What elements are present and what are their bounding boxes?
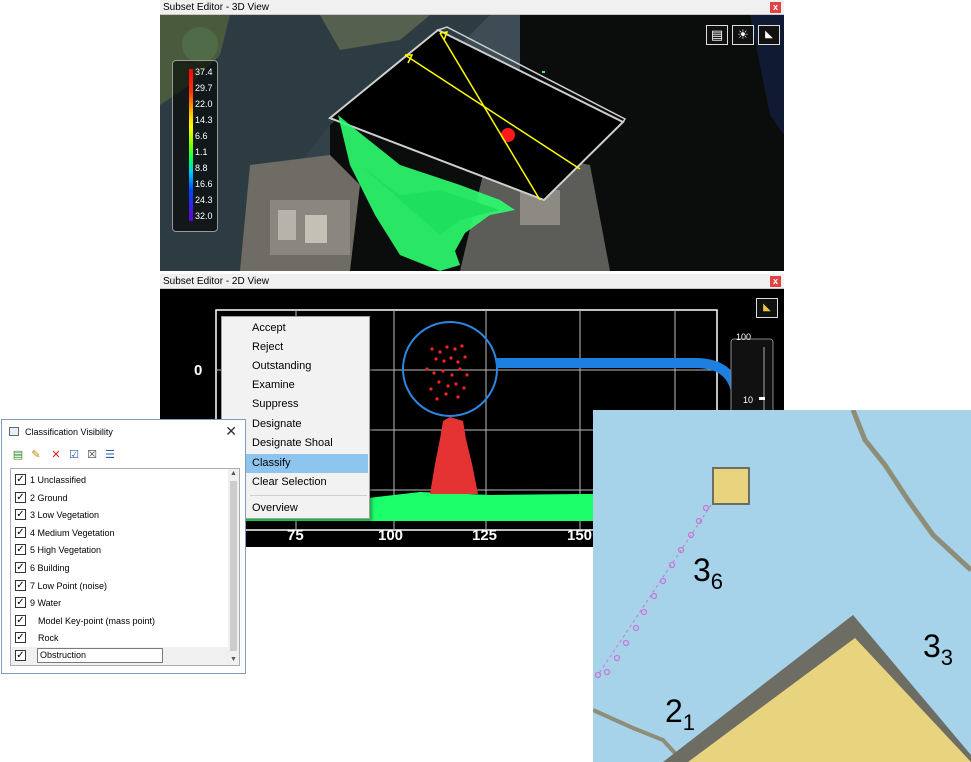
menu-item-accept[interactable]: Accept [223,319,368,338]
list-item[interactable]: ✓ 6 Building [11,559,231,577]
list-item[interactable]: ✓ 9 Water [11,594,231,612]
checkbox[interactable]: ✓ [15,632,26,644]
close-icon[interactable]: ✕ [225,423,237,440]
classification-visibility-window: Classification Visibility ✕ ▤ ✎ ✕ ☑ ☒ ☰ … [1,419,246,674]
legend-value: 32.0 [195,211,213,221]
menu-separator [250,495,367,496]
shade-icon[interactable]: ◣ [758,25,780,45]
menu-item-reject[interactable]: Reject [223,338,368,357]
scroll-up-icon[interactable]: ▲ [228,469,239,479]
edit-icon[interactable]: ✎ [30,448,42,462]
depth-sounding: 36 [693,552,724,594]
view2d-title: Subset Editor - 2D View [163,276,269,287]
view3d-title: Subset Editor - 3D View [163,2,269,13]
classification-list: ✓ 1 Unclassified ✓ 2 Ground ✓ 3 Low Vegetat… [10,468,240,666]
list-item-editing[interactable]: ✓ Obstruction [11,647,231,665]
list-item[interactable]: ✓ Rock [11,629,231,647]
checkbox[interactable]: ✓ [15,509,26,521]
legend-value: 24.3 [195,195,213,205]
checkbox[interactable]: ✓ [15,491,26,503]
scale-tick-label: 100 [736,332,752,342]
list-item[interactable]: ✓ 4 Medium Vegetation [11,524,231,542]
list-item[interactable]: ✓ 5 High Vegetation [11,541,231,559]
menu-item-examine[interactable]: Examine [223,376,368,395]
list-item[interactable]: ✓ Model Key-point (mass point) [11,612,231,630]
depth-sounding: 21 [665,693,696,735]
legend-value: 1.1 [195,147,208,157]
menu-item-outstanding[interactable]: Outstanding [223,357,368,376]
class-name-input[interactable]: Obstruction [37,648,163,663]
legend-value: 29.7 [195,83,213,93]
check-icon[interactable]: ☑ [68,448,80,462]
list-item[interactable]: ✓ 1 Unclassified [11,471,231,489]
scale-tick-label: 10 [743,395,754,405]
x-tick-label: 150 [567,527,593,544]
list-item[interactable]: ✓ 3 Low Vegetation [11,506,231,524]
film-icon[interactable]: ▤ [706,25,728,45]
checkbox[interactable]: ✓ [15,544,26,556]
checkbox[interactable]: ✓ [15,650,26,661]
list-scrollbar[interactable]: ▲ ▼ [228,469,239,665]
view3d-close-button[interactable]: x [770,2,781,13]
checkbox[interactable]: ✓ [15,597,26,609]
view3d-scene[interactable] [160,15,784,271]
x-tick-label: 100 [378,527,404,544]
y-tick-label: 0 [194,362,203,379]
elevation-legend: 37.4 29.7 22.0 14.3 6.6 1.1 8.8 16.6 24.… [172,60,218,232]
list-item[interactable]: ✓ 2 Ground [11,489,231,507]
scroll-thumb[interactable] [230,481,237,651]
subset-editor-3d-view: Subset Editor - 3D View x ▤ ☀ ◣ 37.4 29.… [160,0,784,271]
checkbox[interactable]: ✓ [15,579,26,591]
view2d-titlebar: Subset Editor - 2D View x [160,274,784,289]
checkbox[interactable]: ✓ [15,526,26,538]
x-tick-label: 75 [287,527,304,544]
checkbox[interactable]: ✓ [15,562,26,573]
add-icon[interactable]: ▤ [12,448,24,462]
nautical-chart-inset: 36 33 21 [593,410,971,762]
cv-title: Classification Visibility [25,427,113,437]
export-icon[interactable]: ☰ [104,448,116,462]
depth-sounding: 33 [923,628,954,670]
checkbox[interactable]: ✓ [15,474,26,485]
scroll-down-icon[interactable]: ▼ [228,655,239,665]
legend-value: 22.0 [195,99,213,109]
legend-value: 14.3 [195,115,213,125]
view2d-close-button[interactable]: x [770,276,781,287]
chart-graphic [593,410,971,762]
legend-value: 16.6 [195,179,213,189]
legend-value: 6.6 [195,131,208,141]
checkbox[interactable]: ✓ [15,614,26,626]
clear-icon[interactable]: ☒ [86,448,98,462]
legend-value: 37.4 [195,67,213,77]
lightbulb-icon[interactable]: ☀ [732,25,754,45]
delete-icon[interactable]: ✕ [50,448,62,462]
menu-item-suppress[interactable]: Suppress [223,395,368,414]
shade-icon[interactable]: ◣ [756,298,778,318]
list-item[interactable]: ✓ 7 Low Point (noise) [11,577,231,595]
cv-titlebar: Classification Visibility [9,420,113,444]
window-icon [9,427,19,436]
legend-color-bar [189,69,193,221]
x-tick-label: 125 [472,527,498,544]
legend-value: 8.8 [195,163,208,173]
view3d-titlebar: Subset Editor - 3D View x [160,0,784,15]
